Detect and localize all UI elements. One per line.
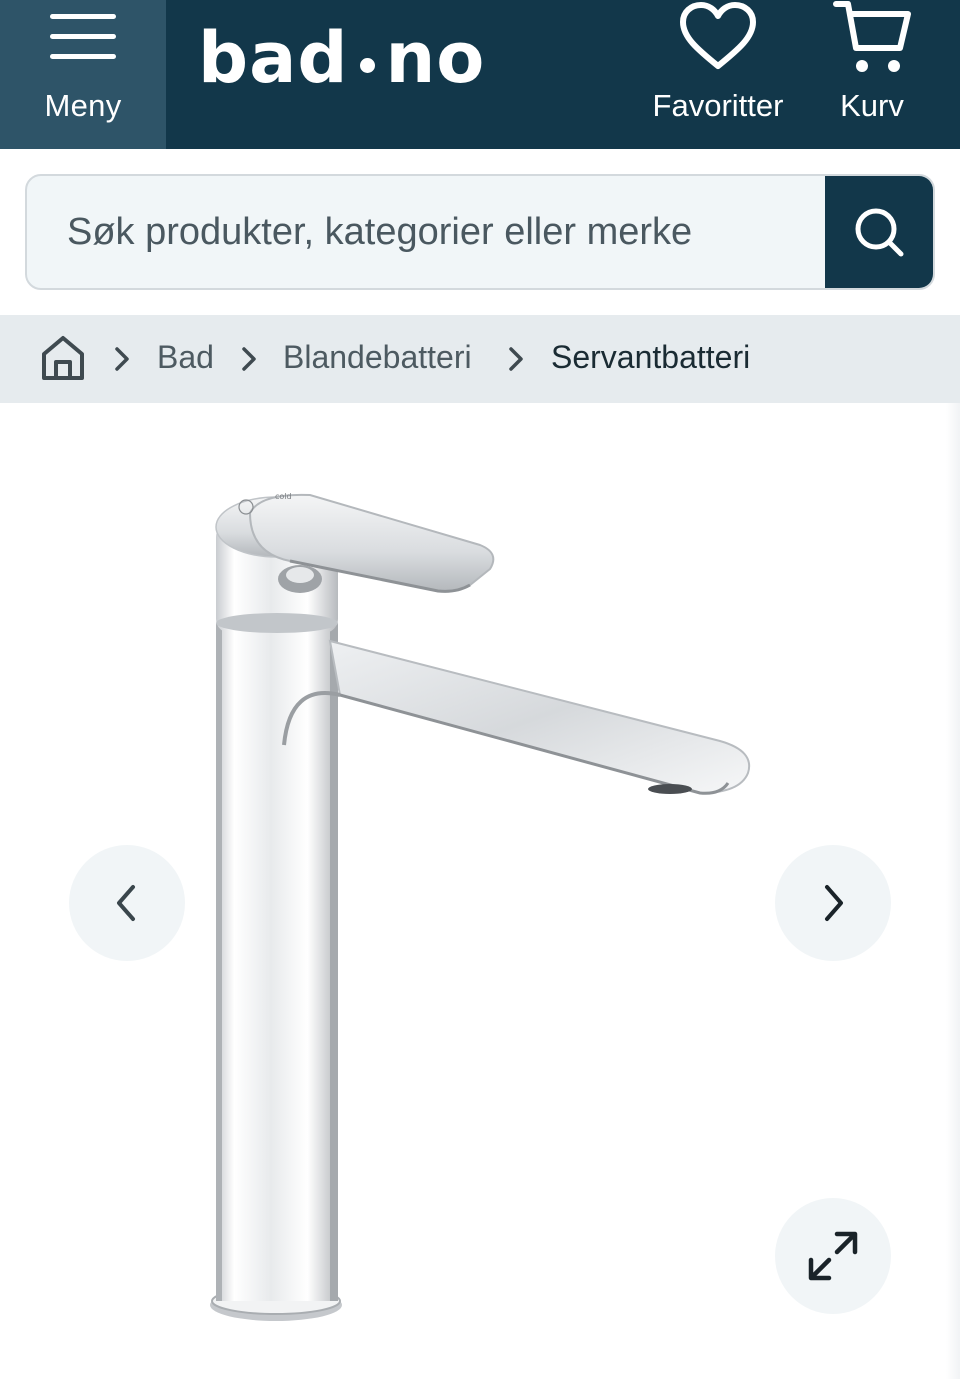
chevron-right-icon	[115, 347, 129, 371]
site-logo[interactable]: bad no	[198, 17, 486, 99]
favorites-label: Favoritter	[652, 88, 784, 123]
search-icon	[855, 208, 904, 257]
previous-image-button[interactable]	[69, 845, 185, 961]
logo-text-left: bad	[198, 17, 349, 99]
logo-dot	[360, 57, 376, 73]
chevron-right-icon	[242, 347, 256, 371]
search-bar	[25, 174, 935, 290]
search-input[interactable]	[67, 176, 827, 288]
home-icon[interactable]	[40, 334, 86, 382]
breadcrumb: Bad Blandebatteri Servantbatteri	[0, 315, 960, 403]
menu-label: Meny	[44, 88, 122, 123]
chevron-left-icon	[117, 885, 135, 921]
cart-icon	[833, 1, 911, 72]
heart-icon	[680, 2, 756, 69]
breadcrumb-item-blandebatteri[interactable]: Blandebatteri	[283, 339, 472, 376]
fullscreen-button[interactable]	[775, 1198, 891, 1314]
site-header: Meny bad no Favoritter Kurv	[0, 0, 960, 149]
chevron-right-icon	[825, 885, 843, 921]
product-marking: cold	[275, 492, 292, 501]
cart-label: Kurv	[840, 88, 904, 123]
cart-button[interactable]: Kurv	[818, 0, 926, 149]
breadcrumb-item-bad[interactable]: Bad	[157, 339, 214, 376]
favorites-button[interactable]: Favoritter	[640, 0, 796, 149]
product-image: cold	[210, 492, 751, 1321]
product-gallery: cold	[0, 403, 960, 1379]
next-image-button[interactable]	[775, 845, 891, 961]
chevron-right-icon	[509, 347, 523, 371]
menu-button[interactable]: Meny	[0, 0, 166, 149]
expand-icon	[808, 1231, 858, 1281]
logo-text-right: no	[385, 17, 486, 99]
hamburger-icon	[50, 14, 116, 60]
breadcrumb-item-current: Servantbatteri	[551, 339, 751, 375]
search-button[interactable]	[825, 176, 933, 288]
